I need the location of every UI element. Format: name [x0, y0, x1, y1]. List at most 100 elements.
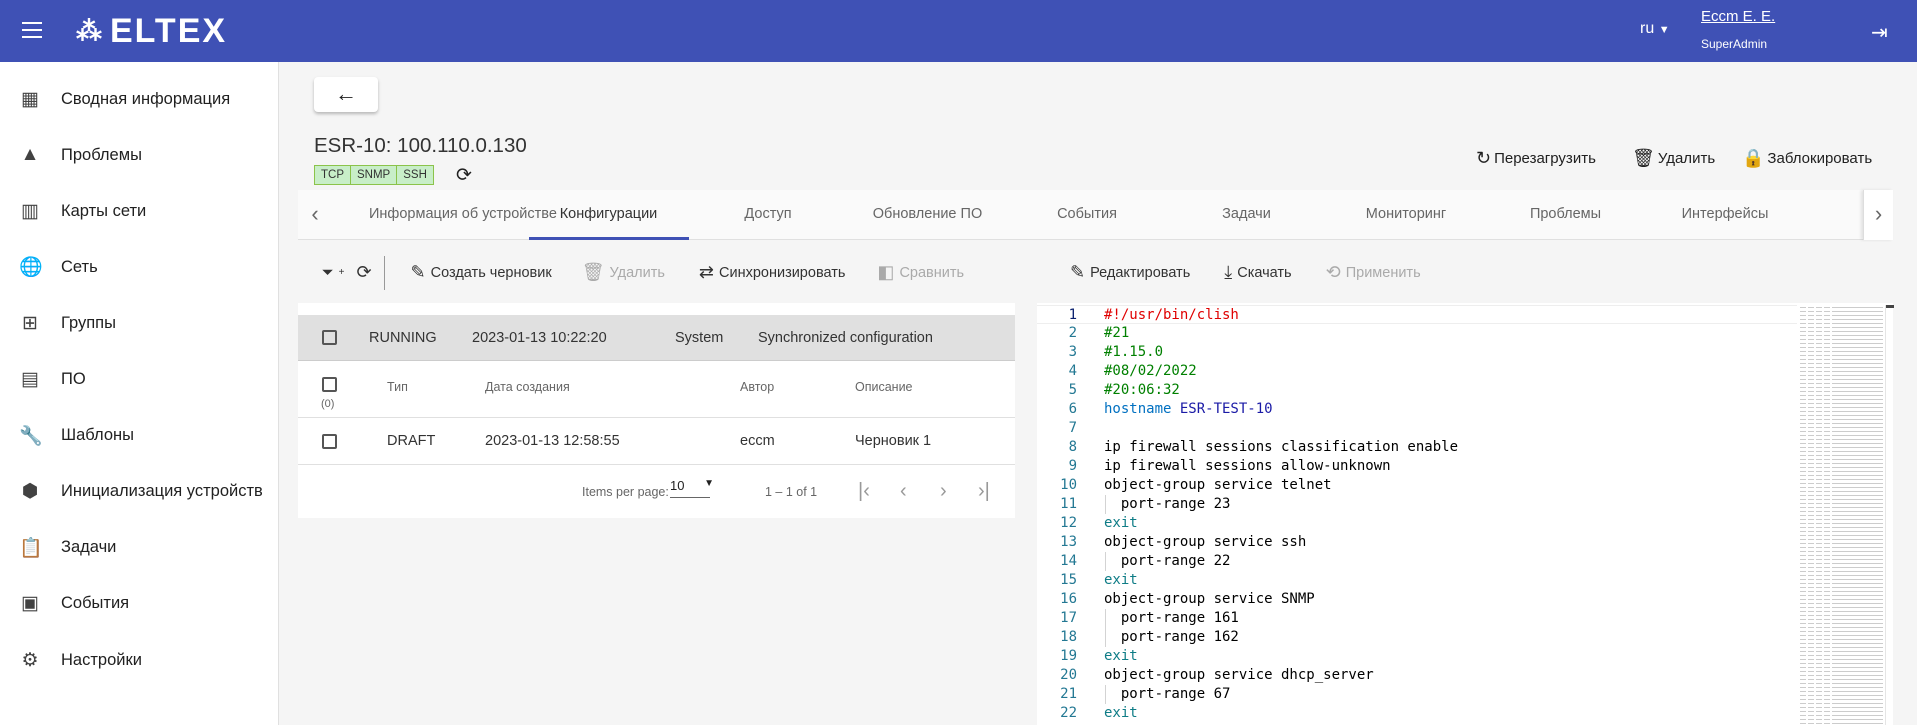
apply-button[interactable]: ⟲ Применить	[1326, 262, 1421, 283]
code-token: exit	[1104, 572, 1138, 588]
badge-ssh: SSH	[397, 166, 433, 184]
line-number: 2	[1068, 325, 1077, 341]
code-line: 17 port-range 161	[1037, 609, 1797, 628]
code-line: 4 #08/02/2022	[1037, 362, 1797, 381]
col-type[interactable]: Тип	[387, 380, 408, 394]
reboot-button[interactable]: ↻ Перезагрузить	[1476, 148, 1596, 169]
tab-2[interactable]: Доступ	[688, 190, 848, 240]
user-name-link[interactable]: Eccm E. E.	[1701, 8, 1775, 25]
code-token: ESR-TEST-10	[1179, 401, 1273, 417]
page-size-select[interactable]: 10 ▼	[670, 478, 714, 498]
tab-1[interactable]: Конфигурации	[528, 190, 689, 240]
sidebar-item-dashboard[interactable]: ▦ Сводная информация	[0, 77, 279, 121]
sidebar-item-map[interactable]: ▥ Карты сети	[0, 189, 279, 233]
sidebar-item-groups[interactable]: ⊞ Группы	[0, 301, 279, 345]
tab-7[interactable]: Проблемы	[1486, 190, 1646, 240]
refresh-icon[interactable]: ⟳	[456, 164, 472, 187]
code-line: 12 exit	[1037, 514, 1797, 533]
running-checkbox[interactable]	[322, 330, 337, 345]
code-line: 2 #21	[1037, 324, 1797, 343]
code-minimap[interactable]	[1800, 305, 1883, 725]
line-number: 5	[1068, 382, 1077, 398]
code-line: 19 exit	[1037, 647, 1797, 666]
code-line: 3 #1.15.0	[1037, 343, 1797, 362]
sync-button[interactable]: ⇄ Синхронизировать	[699, 262, 846, 283]
tab-4[interactable]: События	[1007, 190, 1167, 240]
back-button[interactable]: ←	[314, 77, 378, 112]
clipboard-icon: 📋	[19, 537, 43, 559]
sidebar-item-store[interactable]: ▤ ПО	[0, 358, 279, 402]
line-number: 12	[1060, 515, 1077, 531]
tab-5[interactable]: Задачи	[1167, 190, 1327, 240]
globe-icon: 🌐	[19, 257, 43, 279]
running-config-row[interactable]: RUNNING 2023-01-13 10:22:20 System Synch…	[298, 315, 1015, 361]
next-page-button[interactable]: ›	[940, 480, 947, 503]
compare-button[interactable]: ◧ Сравнить	[877, 262, 964, 283]
code-line: 5 #20:06:32	[1037, 381, 1797, 400]
code-editor[interactable]: 1 #!/usr/bin/clish 2 #21 3 #1.15.0 4 #08/02/202…	[1037, 305, 1797, 723]
code-line: 11 port-range 23	[1037, 495, 1797, 514]
logout-icon[interactable]: ⇥	[1871, 20, 1888, 45]
table-row[interactable]: DRAFT 2023-01-13 12:58:55 eccm Черновик …	[298, 418, 1015, 465]
line-number: 19	[1060, 648, 1077, 664]
tab-3[interactable]: Обновление ПО	[848, 190, 1008, 240]
sidebar-item-label: ПО	[61, 370, 86, 388]
prev-page-button[interactable]: ‹	[900, 480, 907, 503]
sidebar-item-globe[interactable]: 🌐 Сеть	[0, 245, 279, 289]
sidebar-item-label: Карты сети	[61, 201, 147, 220]
sidebar-item-clipboard[interactable]: 📋 Задачи	[0, 526, 279, 570]
sidebar-item-label: Настройки	[61, 650, 142, 669]
badge-snmp: SNMP	[351, 166, 398, 184]
init-icon: ⬢	[21, 481, 39, 503]
refresh-list-icon[interactable]: ⟳	[356, 262, 371, 283]
first-page-button[interactable]: |‹	[858, 480, 870, 503]
sidebar-item-label: События	[61, 594, 130, 613]
select-all-checkbox[interactable]	[322, 377, 337, 392]
col-description[interactable]: Описание	[855, 380, 913, 394]
code-line: 10 object-group service telnet	[1037, 476, 1797, 495]
editor-scrollbar[interactable]	[1885, 305, 1894, 725]
line-number: 4	[1068, 363, 1077, 379]
history-icon: ⟲	[1325, 262, 1341, 282]
lock-button[interactable]: 🔒 Заблокировать	[1742, 148, 1872, 169]
last-page-button[interactable]: ›|	[978, 480, 990, 503]
delete-device-button[interactable]: 🗑 Удалить	[1632, 148, 1715, 169]
delete-draft-button[interactable]: 🗑 Удалить	[582, 262, 665, 283]
code-line: 14 port-range 22	[1037, 552, 1797, 571]
code-token: #21	[1104, 325, 1130, 341]
edit-button[interactable]: ✎ Редактировать	[1070, 262, 1190, 283]
code-token: exit	[1104, 705, 1138, 721]
code-line: 13 object-group service ssh	[1037, 533, 1797, 552]
sidebar-item-init[interactable]: ⬢ Инициализация устройств	[0, 470, 279, 514]
code-token: port-range 161	[1104, 610, 1239, 626]
code-token: object-group service dhcp_server	[1104, 667, 1374, 683]
sidebar: ▦ Сводная информация ▲ Проблемы ▥ Карты сети 🌐…	[0, 62, 279, 725]
row-checkbox[interactable]	[322, 433, 337, 449]
tab-0[interactable]: Информация об устройстве	[369, 190, 557, 240]
tab-8[interactable]: Интерфейсы	[1645, 190, 1805, 240]
code-line: 6 hostname ESR-TEST-10	[1037, 400, 1797, 419]
tab-scroll-right[interactable]: ›	[1863, 190, 1893, 240]
download-icon: ⤓	[1224, 262, 1233, 282]
create-draft-button[interactable]: ✎ Создать черновик	[411, 262, 552, 283]
download-button[interactable]: ⤓ Скачать	[1224, 262, 1291, 283]
tab-6[interactable]: Мониторинг	[1326, 190, 1486, 240]
col-author[interactable]: Автор	[740, 380, 774, 394]
sidebar-item-calendar[interactable]: ▣ События	[0, 582, 279, 626]
code-token: object-group service telnet	[1104, 477, 1332, 493]
menu-icon[interactable]	[22, 22, 42, 38]
sidebar-item-wrench[interactable]: 🔧 Шаблоны	[0, 414, 279, 458]
language-select[interactable]: ru ▼	[1640, 20, 1670, 38]
paginator: Items per page: 10 ▼ 1 – 1 of 1 |‹ ‹ › ›|	[298, 465, 1015, 518]
code-token: ip firewall sessions classification enab…	[1104, 439, 1459, 455]
tab-scroll-left[interactable]: ‹	[300, 190, 330, 240]
sidebar-item-warning[interactable]: ▲ Проблемы	[0, 133, 279, 177]
line-number: 22	[1060, 705, 1077, 721]
sidebar-item-gear[interactable]: ⚙ Настройки	[0, 638, 279, 682]
filter-add-icon[interactable]: ⏷ +	[322, 265, 344, 281]
code-line: 9 ip firewall sessions allow-unknown	[1037, 457, 1797, 476]
pencil-icon: ✎	[410, 262, 426, 282]
line-number: 15	[1060, 572, 1077, 588]
col-date[interactable]: Дата создания	[485, 380, 570, 394]
row-date: 2023-01-13 12:58:55	[485, 433, 620, 449]
